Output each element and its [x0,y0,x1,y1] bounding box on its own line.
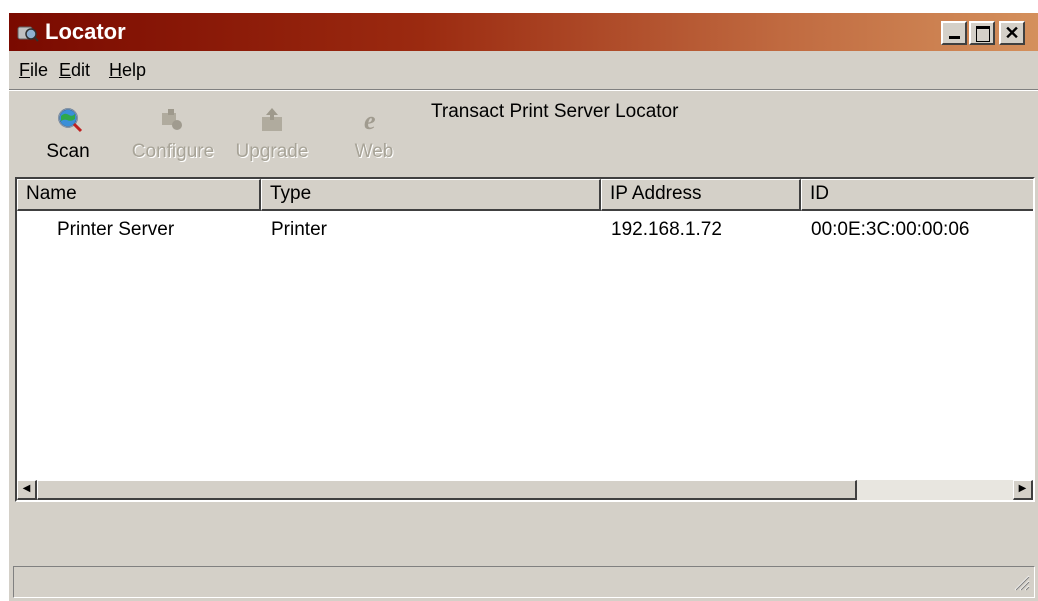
scan-button[interactable]: Scan [33,101,103,171]
close-icon: ✕ [1004,23,1020,43]
minimize-button[interactable] [941,21,967,45]
menu-edit[interactable]: Edit [59,60,90,81]
cell-name: Printer Server [57,219,175,240]
menu-file-label: ile [30,60,49,80]
horizontal-scrollbar[interactable]: ◀ ▶ [17,480,1033,500]
menu-file-accel: F [19,60,30,80]
maximize-icon [976,26,990,42]
column-header-id[interactable]: ID [801,179,1033,211]
cell-ip-address: 192.168.1.72 [611,219,722,240]
svg-text:e: e [364,107,376,133]
cell-type: Printer [271,219,327,240]
configure-icon [162,109,182,130]
window-title: Locator [45,19,126,44]
configure-button[interactable]: Configure [127,101,219,171]
menu-edit-accel: E [59,60,72,80]
menu-help[interactable]: Help [109,60,146,81]
arrow-left-icon: ◀ [22,483,31,494]
menu-file[interactable]: File [19,60,48,81]
web-label: Web [354,141,394,162]
upgrade-icon [262,108,282,131]
locator-app-icon [17,26,39,42]
upgrade-label: Upgrade [235,141,309,162]
close-button[interactable]: ✕ [999,21,1025,45]
resize-grip-icon[interactable] [1012,573,1030,591]
device-list[interactable]: Name Type IP Address ID Printer Server P… [15,177,1035,502]
column-header-name[interactable]: Name [17,179,261,211]
web-browser-icon: e [364,107,376,133]
upgrade-button[interactable]: Upgrade [229,101,315,171]
scan-label: Scan [46,141,90,162]
scroll-left-button[interactable]: ◀ [17,480,37,500]
web-button[interactable]: e Web [349,101,399,171]
menu-separator [9,89,1038,91]
maximize-button[interactable] [969,21,995,45]
title-bar[interactable]: Locator ✕ [9,13,1038,51]
cell-id: 00:0E:3C:00:00:06 [811,219,970,240]
column-header-ip-address[interactable]: IP Address [601,179,801,211]
toolbar-title: Transact Print Server Locator [431,101,679,122]
scan-globe-icon [58,108,83,133]
status-bar [13,566,1035,598]
table-row[interactable]: Printer Server Printer 192.168.1.72 00:0… [17,219,1033,247]
menu-help-accel: H [109,60,122,80]
menu-edit-label: dit [71,60,91,80]
menu-help-label: elp [122,60,147,80]
column-header-type[interactable]: Type [261,179,601,211]
arrow-right-icon: ▶ [1018,483,1027,494]
scroll-right-button[interactable]: ▶ [1013,480,1033,500]
minimize-icon [949,36,960,39]
scroll-thumb[interactable] [37,480,857,500]
configure-label: Configure [131,141,215,162]
locator-window: Locator ✕ File Edit Help Scan Configure [8,12,1038,601]
